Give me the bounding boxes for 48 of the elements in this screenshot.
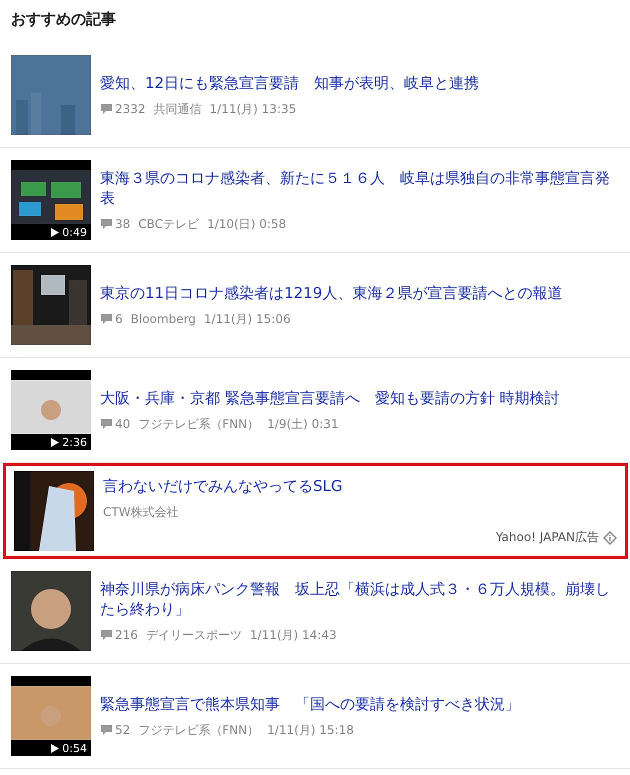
article-title[interactable]: 緊急事態宣言で熊本県知事 「国への要請を検討すべき状況」 [100,694,619,714]
article-source: フジテレビ系（FNN） [138,722,260,738]
comment-count: 40 [115,417,130,431]
article-title[interactable]: 神奈川県が病床パンク警報 坂上忍「横浜は成人式３・６万人規模。崩壊したら終わり」 [100,578,619,618]
article-source: 共同通信 [154,100,202,118]
video-duration: 0:49 [62,226,87,238]
video-duration: 0:54 [62,742,87,754]
article-row[interactable]: 0:54 緊急事態宣言で熊本県知事 「国への要請を検討すべき状況」 52 フジテレビ系（FNN） 1/11(月) 15:18 [0,664,630,769]
article-title[interactable]: 東海３県のコロナ感染者、新たに５１６人 岐阜は県独自の非常事態宣言発表 [100,168,619,208]
article-row[interactable]: 愛知、12日にも緊急宣言要請 知事が表明、岐阜と連携 2332 共同通信 1/11(月) 13:35 [0,43,630,148]
play-icon [51,744,60,752]
section-heading: おすすめの記事 [10,9,117,30]
article-source: デイリースポーツ [146,626,242,644]
video-duration: 2:36 [62,436,87,448]
comment-count: 52 [115,723,130,737]
comment-count: 2332 [115,102,146,116]
comment-count: 38 [115,217,130,231]
article-source: CBCテレビ [138,216,200,232]
comment-count: 6 [115,312,123,326]
play-icon [51,438,60,446]
comment-icon [100,724,113,736]
article-row[interactable]: 東京の11日コロナ感染者は1219人、東海２県が宣言要請へとの報道 6 Bloomberg 1/11(月) 15:06 [0,253,630,358]
article-date: 1/9(土) 0:31 [267,416,339,432]
article-source: Bloomberg [130,312,196,326]
comment-icon [100,103,113,115]
article-date: 1/11(月) 15:06 [204,310,291,328]
info-icon[interactable] [603,530,617,544]
comment-count: 216 [115,628,138,642]
advertiser-name: CTW株式会社 [103,504,179,521]
article-title[interactable]: 言わないだけでみんなやってるSLG [103,476,617,496]
comment-icon [100,313,113,325]
article-date: 1/11(月) 15:18 [267,722,354,738]
play-icon [51,228,60,236]
comment-icon [100,629,113,641]
article-title[interactable]: 大阪・兵庫・京都 緊急事態宣言要請へ 愛知も要請の方針 時期検討 [100,388,619,408]
article-date: 1/11(月) 13:35 [210,100,296,118]
article-date: 1/10(日) 0:58 [207,216,286,232]
comment-icon [100,418,113,430]
article-row[interactable]: 0:49 東海３県のコロナ感染者、新たに５１６人 岐阜は県独自の非常事態宣言発表 38 CBCテレビ 1/10(日) 0:58 [0,148,630,253]
article-date: 1/11(月) 14:43 [250,626,337,644]
article-row[interactable]: 2:36 大阪・兵庫・京都 緊急事態宣言要請へ 愛知も要請の方針 時期検討 40 フジテレビ系（FNN） 1/9(土) 0:31 [0,358,630,463]
article-title[interactable]: 東京の11日コロナ感染者は1219人、東海２県が宣言要請へとの報道 [100,282,619,302]
comment-icon [100,218,113,230]
ad-label: Yahoo! JAPAN広告 [496,529,599,546]
highlighted-ad-card[interactable]: 言わないだけでみんなやってるSLG CTW株式会社 Yahoo! JAPAN広告 [3,463,628,559]
article-source: フジテレビ系（FNN） [138,416,260,432]
article-title[interactable]: 愛知、12日にも緊急宣言要請 知事が表明、岐阜と連携 [100,72,619,92]
article-row[interactable]: 神奈川県が病床パンク警報 坂上忍「横浜は成人式３・６万人規模。崩壊したら終わり」 216 デイリースポーツ 1/11(月) 14:43 [0,559,630,664]
